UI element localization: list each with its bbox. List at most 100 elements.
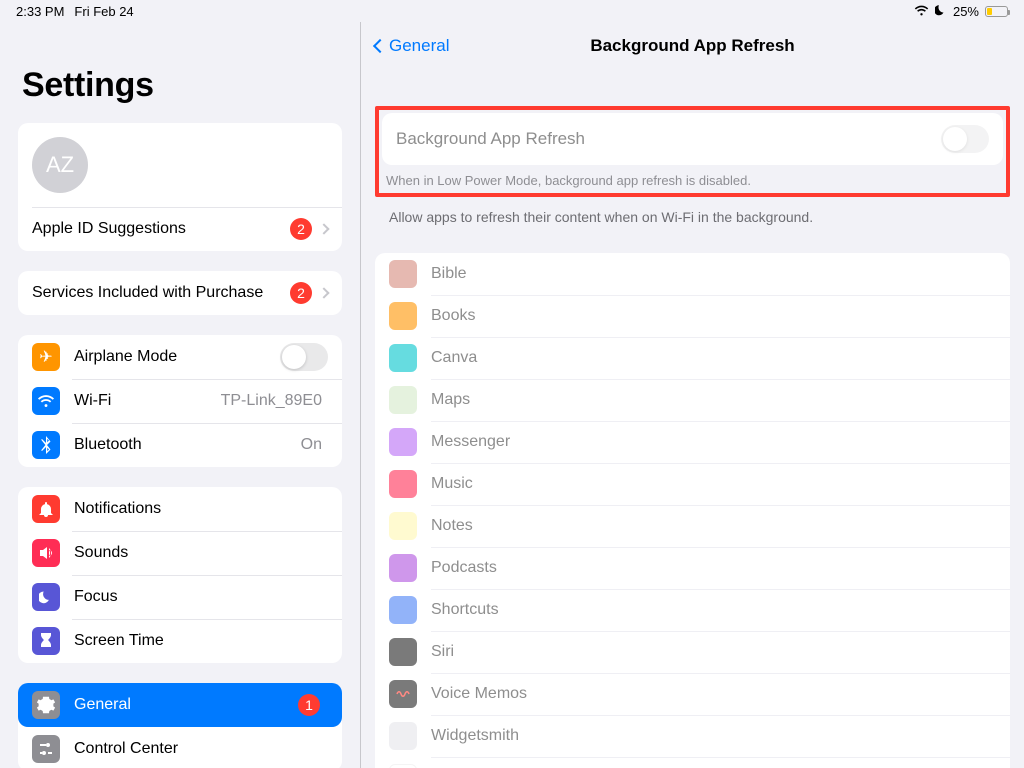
app-label: Bible (431, 265, 467, 283)
label: Services Included with Purchase (32, 284, 290, 302)
app-label: Maps (431, 391, 470, 409)
app-icon (389, 596, 417, 624)
apps-list: Bible Books Canva Maps Messenger Music Notes Po… (375, 253, 1010, 768)
app-row: Canva (375, 337, 1010, 379)
app-row: Maps (375, 379, 1010, 421)
nav-bar: General Background App Refresh (361, 22, 1024, 70)
wifi-icon (32, 387, 60, 415)
status-date: Fri Feb 24 (74, 4, 133, 19)
moon-icon (32, 583, 60, 611)
app-row: Voice Memos (375, 673, 1010, 715)
sidebar-item-wifi[interactable]: Wi-Fi TP-Link_89E0 (18, 379, 342, 423)
battery-percent: 25% (953, 4, 979, 19)
back-button[interactable]: General (375, 36, 449, 56)
app-label: Messenger (431, 433, 510, 451)
chevron-right-icon (318, 223, 329, 234)
label: Airplane Mode (74, 348, 280, 366)
app-row: Books (375, 295, 1010, 337)
detail-pane: General Background App Refresh Backgroun… (361, 22, 1024, 768)
background-app-refresh-toggle[interactable] (941, 125, 989, 153)
app-icon (389, 512, 417, 540)
status-time: 2:33 PM (16, 4, 64, 19)
chevron-left-icon (373, 39, 387, 53)
app-icon (389, 260, 417, 288)
avatar: AZ (32, 137, 88, 193)
chevron-right-icon (318, 287, 329, 298)
sidebar-item-airplane-mode[interactable]: ✈︎ Airplane Mode (18, 335, 342, 379)
app-icon (389, 638, 417, 666)
app-icon (389, 428, 417, 456)
sliders-icon (32, 735, 60, 763)
toggle-label: Background App Refresh (396, 129, 585, 149)
gear-icon (32, 691, 60, 719)
label: Sounds (74, 544, 328, 562)
badge: 2 (290, 282, 312, 304)
low-power-footnote: When in Low Power Mode, background app r… (382, 165, 1003, 190)
services-included-row[interactable]: Services Included with Purchase 2 (18, 271, 342, 315)
label: Focus (74, 588, 328, 606)
moon-icon (935, 4, 947, 19)
bell-icon (32, 495, 60, 523)
page-title: Settings (22, 66, 342, 105)
sidebar-item-bluetooth[interactable]: Bluetooth On (18, 423, 342, 467)
app-icon (389, 764, 417, 768)
sidebar-item-notifications[interactable]: Notifications (18, 487, 342, 531)
sidebar-item-screen-time[interactable]: Screen Time (18, 619, 342, 663)
app-label: Podcasts (431, 559, 497, 577)
sidebar-item-sounds[interactable]: Sounds (18, 531, 342, 575)
label: General (74, 696, 298, 714)
app-label: Music (431, 475, 473, 493)
settings-sidebar: Settings AZ Apple ID Suggestions 2 Servi… (0, 22, 360, 768)
wifi-value: TP-Link_89E0 (221, 392, 322, 410)
app-icon (389, 470, 417, 498)
app-icon (389, 680, 417, 708)
app-label: Voice Memos (431, 685, 527, 703)
app-icon (389, 386, 417, 414)
label: Screen Time (74, 632, 328, 650)
bluetooth-value: On (301, 436, 322, 454)
label: Apple ID Suggestions (32, 220, 290, 238)
label: Control Center (74, 740, 328, 758)
sidebar-item-control-center[interactable]: Control Center (18, 727, 342, 768)
label: Notifications (74, 500, 328, 518)
sidebar-item-general[interactable]: General 1 (18, 683, 342, 727)
app-label: Books (431, 307, 475, 325)
label: Wi-Fi (74, 392, 221, 410)
app-row: Podcasts (375, 547, 1010, 589)
app-label: Shortcuts (431, 601, 499, 619)
app-row: Messenger (375, 421, 1010, 463)
app-label: Notes (431, 517, 473, 535)
app-row: Music (375, 463, 1010, 505)
bluetooth-icon (32, 431, 60, 459)
label: Bluetooth (74, 436, 301, 454)
app-label: Canva (431, 349, 477, 367)
badge: 1 (298, 694, 320, 716)
app-icon (389, 722, 417, 750)
app-row: Shortcuts (375, 589, 1010, 631)
app-row: Widgetsmith (375, 715, 1010, 757)
app-icon (389, 554, 417, 582)
hourglass-icon (32, 627, 60, 655)
app-icon (389, 344, 417, 372)
nav-title: Background App Refresh (361, 36, 1024, 56)
apple-id-suggestions-row[interactable]: Apple ID Suggestions 2 (18, 207, 342, 251)
app-label: Widgetsmith (431, 727, 519, 745)
speaker-icon (32, 539, 60, 567)
app-row: Notes (375, 505, 1010, 547)
wifi-icon (914, 4, 929, 19)
apple-id-avatar-row[interactable]: AZ (18, 123, 342, 207)
app-row: YouTube (375, 757, 1010, 768)
back-label: General (389, 36, 449, 56)
app-row: Bible (375, 253, 1010, 295)
background-app-refresh-toggle-row: Background App Refresh (382, 113, 1003, 165)
badge: 2 (290, 218, 312, 240)
app-row: Siri (375, 631, 1010, 673)
app-label: Siri (431, 643, 454, 661)
highlight-box: Background App Refresh When in Low Power… (375, 106, 1010, 197)
battery-icon (985, 6, 1008, 17)
app-icon (389, 302, 417, 330)
airplane-icon: ✈︎ (32, 343, 60, 371)
status-bar: 2:33 PM Fri Feb 24 25% (0, 0, 1024, 22)
airplane-mode-toggle[interactable] (280, 343, 328, 371)
sidebar-item-focus[interactable]: Focus (18, 575, 342, 619)
